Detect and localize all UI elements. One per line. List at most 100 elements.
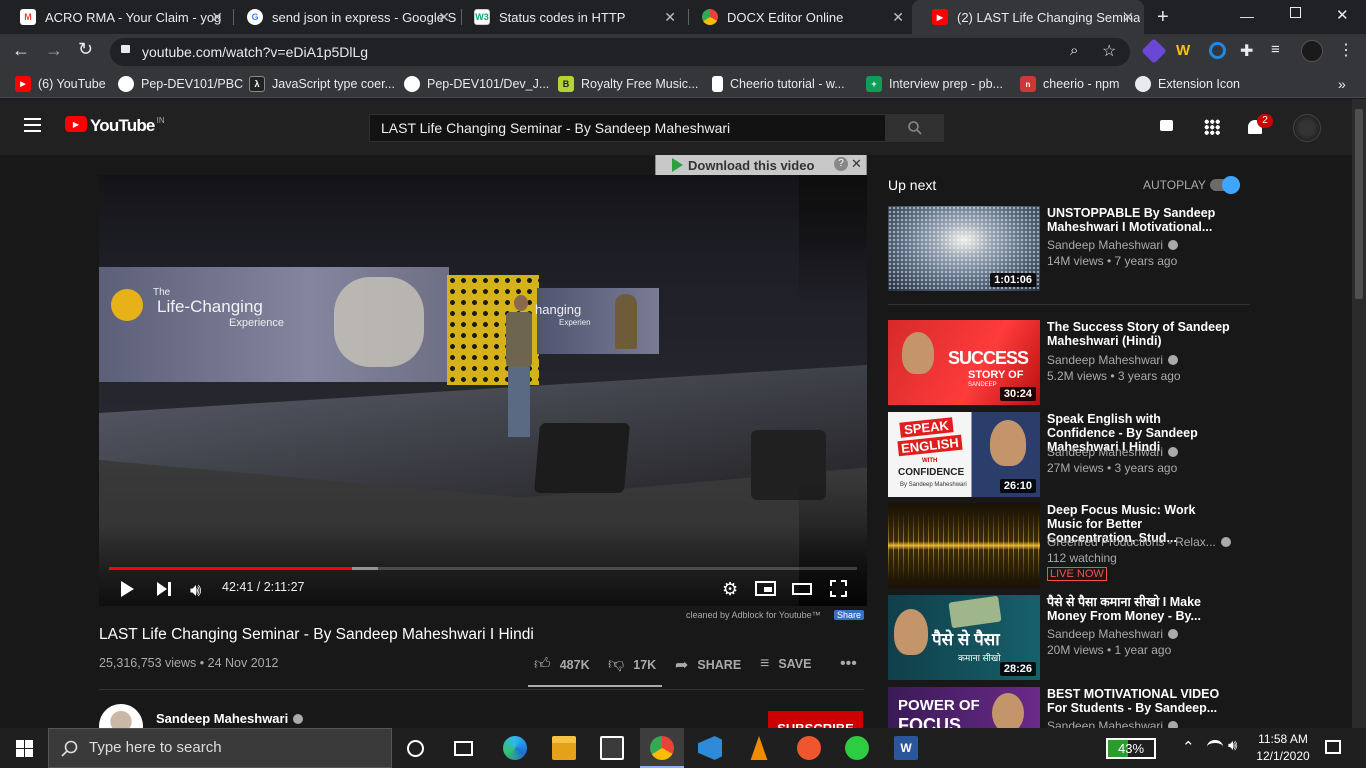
fullscreen-icon[interactable] [830, 580, 847, 599]
postman-icon[interactable] [797, 736, 821, 760]
close-icon[interactable]: ✕ [438, 9, 450, 26]
store-icon[interactable] [600, 736, 624, 760]
subscribe-button[interactable]: SUBSCRIBE [768, 711, 863, 728]
search-button[interactable] [886, 114, 944, 142]
extension-purple-icon[interactable] [1141, 38, 1167, 64]
up-next-video[interactable]: SUCCESS STORY OF SANDEEP 30:24 The Succe… [888, 320, 1288, 406]
channel-name: Greenred Productions - Relax... [1047, 535, 1216, 549]
create-video-icon[interactable] [1160, 120, 1173, 131]
reload-button[interactable]: ↻ [78, 39, 93, 60]
notifications-icon[interactable] [1325, 740, 1341, 754]
tab-gmail[interactable]: M ACRO RMA - Your Claim - yog ✕ [0, 0, 233, 34]
share-button[interactable]: ➦ SHARE [675, 655, 741, 675]
maximize-button[interactable] [1290, 7, 1301, 18]
save-button[interactable]: ≡ SAVE [760, 655, 811, 673]
task-view-icon[interactable] [454, 741, 473, 756]
up-next-video[interactable]: SPEAK ENGLISH WITH CONFIDENCE By Sandeep… [888, 412, 1288, 498]
forward-button[interactable]: → [45, 40, 63, 61]
chevron-up-icon[interactable]: ⌃ [1182, 738, 1195, 756]
theater-mode-icon[interactable] [792, 583, 812, 595]
vlc-icon[interactable] [750, 736, 768, 760]
back-button[interactable]: ← [12, 40, 30, 61]
word-icon[interactable]: W [894, 736, 918, 760]
bookmark-youtube[interactable]: ▶ (6) YouTube [15, 76, 106, 92]
close-icon[interactable]: ✕ [664, 9, 676, 26]
taskbar-search-input[interactable]: Type here to search [48, 728, 392, 768]
wifi-icon[interactable] [1207, 740, 1223, 754]
video-meta: 5.2M views • 3 years ago [1047, 369, 1181, 383]
youtube-logo[interactable]: ▶ YouTube IN [65, 116, 165, 136]
tab-google[interactable]: G send json in express - Google S ✕ [227, 0, 460, 34]
bookmark-star-icon[interactable]: ☆ [1102, 41, 1116, 61]
next-icon[interactable] [157, 582, 167, 596]
avatar[interactable] [1293, 114, 1321, 142]
bookmark-js-coercion[interactable]: λ JavaScript type coer... [249, 76, 395, 92]
taskbar-chrome-active[interactable] [640, 728, 684, 768]
zoom-icon[interactable]: ⌕ [1070, 42, 1078, 59]
verified-icon [1168, 721, 1179, 728]
more-actions-icon[interactable]: ••• [840, 655, 857, 673]
volume-icon[interactable]: 🔊︎ [190, 580, 201, 601]
dislike-button[interactable]: 👎︎ 17K [608, 655, 656, 674]
volume-icon[interactable]: 🔊︎ [1228, 737, 1237, 754]
channel-name[interactable]: Sandeep Maheshwari [156, 711, 304, 726]
cortana-icon[interactable] [407, 740, 424, 757]
tab-w3schools[interactable]: W3 Status codes in HTTP ✕ [454, 0, 686, 34]
extension-w-icon[interactable]: W [1176, 42, 1190, 59]
close-icon[interactable]: ✕ [892, 9, 904, 26]
close-icon[interactable]: ✕ [211, 9, 223, 26]
tab-strip: M ACRO RMA - Your Claim - yog ✕ G send j… [0, 0, 1366, 34]
media-control-icon[interactable]: ≡ [1271, 41, 1280, 58]
address-bar[interactable]: youtube.com/watch?v=eDiA1p5DlLg ⌕ ☆ [110, 38, 1130, 66]
help-icon[interactable]: ? [834, 157, 848, 171]
windows-start-icon[interactable] [16, 740, 33, 757]
whatsapp-icon[interactable] [845, 736, 869, 760]
up-next-video[interactable]: POWER OF FOCUS BEST MOTIVATIONAL VIDEO F… [888, 687, 1288, 728]
bookmark-interview-prep[interactable]: + Interview prep - pb... [866, 76, 1003, 92]
vscode-icon[interactable] [698, 736, 722, 760]
up-next-video[interactable]: 1:01:06 UNSTOPPABLE By Sandeep Maheshwar… [888, 206, 1288, 292]
bookmark-cheerio-npm[interactable]: n cheerio - npm [1020, 76, 1119, 92]
edge-icon[interactable] [503, 736, 527, 760]
video-duration: 30:24 [999, 387, 1036, 401]
search-input[interactable]: LAST Life Changing Seminar - By Sandeep … [369, 114, 886, 142]
bookmark-label: Pep-DEV101/Dev_J... [427, 77, 550, 91]
more-bookmarks-icon[interactable]: » [1338, 76, 1346, 92]
download-video-bar[interactable]: Download this video ? ✕ [655, 155, 867, 177]
new-tab-button[interactable]: + [1157, 6, 1169, 29]
bookmark-royalty-music[interactable]: B Royalty Free Music... [558, 76, 698, 92]
close-icon[interactable]: ✕ [851, 156, 862, 172]
bookmark-github-dev[interactable]: Pep-DEV101/Dev_J... [404, 76, 549, 92]
share-badge[interactable]: Share [834, 610, 865, 620]
settings-gear-icon[interactable]: ⚙ [722, 579, 738, 600]
bookmark-extension-icon[interactable]: Extension Icon [1135, 76, 1240, 92]
profile-avatar[interactable] [1301, 40, 1323, 62]
progress-track[interactable] [109, 567, 857, 570]
like-button[interactable]: 👍︎ 487K [534, 655, 590, 674]
miniplayer-icon[interactable] [755, 581, 776, 596]
channel-name: Sandeep Maheshwari [1047, 353, 1164, 367]
extensions-puzzle-icon[interactable]: ✚ [1240, 41, 1253, 61]
page-scrollbar[interactable] [1352, 99, 1366, 728]
window-close-button[interactable]: ✕ [1336, 6, 1349, 24]
bookmark-cheerio-tutorial[interactable]: Cheerio tutorial - w... [712, 76, 845, 92]
tab-youtube[interactable]: ▶ (2) LAST Life Changing Semina ✕ [912, 0, 1144, 34]
hamburger-menu-icon[interactable] [24, 118, 41, 132]
tab-docx[interactable]: DOCX Editor Online ✕ [682, 0, 914, 34]
autoplay-toggle[interactable] [1210, 176, 1240, 194]
channel-avatar[interactable] [99, 704, 143, 728]
battery-indicator[interactable]: 43% [1106, 738, 1156, 759]
play-icon[interactable] [121, 581, 134, 597]
scrollbar-thumb[interactable] [1355, 109, 1363, 299]
bookmark-github-pbc[interactable]: Pep-DEV101/PBC [118, 76, 243, 92]
extension-blue-icon[interactable] [1209, 42, 1226, 59]
apps-grid-icon[interactable] [1204, 119, 1220, 135]
video-player[interactable]: The Life-Changing Experience hanging Exp… [99, 175, 867, 606]
close-icon[interactable]: ✕ [1122, 9, 1134, 26]
taskbar-clock[interactable]: 11:58 AM 12/1/2020 [1251, 731, 1315, 765]
up-next-video[interactable]: पैसे से पैसा कमाना सीखो 28:26 पैसे से पै… [888, 595, 1288, 681]
chrome-menu-icon[interactable]: ⋮ [1338, 40, 1354, 60]
up-next-video[interactable]: Deep Focus Music: Work Music for Better … [888, 503, 1288, 589]
file-explorer-icon[interactable] [552, 736, 576, 760]
minimize-button[interactable]: — [1240, 8, 1254, 24]
